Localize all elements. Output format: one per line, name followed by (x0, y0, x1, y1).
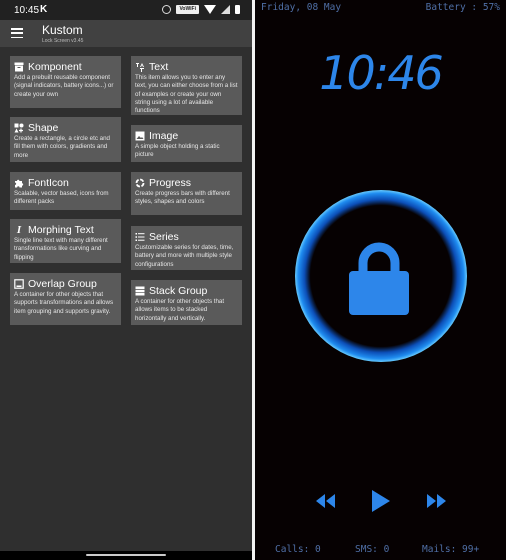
padlock-icon[interactable] (347, 241, 411, 317)
app-bar: Kustom Lock Screen v3.45 (0, 20, 252, 47)
tile-title: Overlap Group (28, 277, 97, 290)
battery-icon (235, 5, 240, 14)
status-icons: VoWiFi (162, 5, 240, 14)
wifi-icon (204, 5, 216, 14)
tile-title: Progress (149, 176, 192, 189)
mails-count: Mails: 99+ (422, 544, 480, 555)
tile-title: Morphing Text (28, 223, 94, 236)
tile-morphing-text[interactable]: I Morphing Text Single line text with ma… (10, 219, 121, 263)
sms-count: SMS: 0 (355, 544, 390, 555)
tile-progress[interactable]: Progress Create progress bars with diffe… (131, 172, 242, 215)
battery-text: Battery : 57% (425, 2, 500, 13)
tile-title: FontIcon (28, 176, 69, 189)
image-icon (135, 131, 145, 141)
tile-komponent[interactable]: Komponent Add a prebuilt reusable compon… (10, 56, 121, 108)
lock-screen-preview: Friday, 08 May Battery : 57% 10:46 Calls… (255, 0, 506, 560)
app-subtitle: Lock Screen v3.45 (42, 38, 84, 44)
tile-description: Add a prebuilt reusable component (signa… (14, 74, 114, 98)
clock: 10:46 (319, 46, 444, 100)
tile-description: Create progress bars with different styl… (135, 190, 230, 206)
tile-description: Single line text with many different tra… (14, 237, 108, 261)
media-controls (255, 488, 506, 516)
tile-description: Scalable, vector based, icons from diffe… (14, 190, 109, 206)
signal-icon (221, 5, 230, 14)
alarm-icon (162, 5, 172, 14)
notification-icon: K (40, 4, 48, 15)
stack-group-icon (135, 286, 145, 296)
text-format-icon (135, 62, 145, 72)
progress-ring-icon (135, 178, 145, 188)
tile-title: Komponent (28, 60, 82, 73)
fast-forward-icon[interactable] (427, 494, 447, 508)
tile-overlap-group[interactable]: Overlap Group A container for other obje… (10, 273, 121, 325)
tile-description: Customizable series for dates, time, bat… (135, 244, 234, 268)
tile-title: Text (149, 60, 169, 73)
tile-title: Stack Group (149, 284, 208, 297)
tile-title: Shape (28, 121, 59, 134)
status-bar: 10:45 K VoWiFi (0, 0, 252, 20)
tile-title: Series (149, 230, 179, 243)
italic-text-icon: I (16, 223, 22, 236)
navigation-bar (0, 551, 252, 560)
tile-description: This item allows you to enter any text, … (135, 74, 238, 115)
date-text: Friday, 08 May (261, 2, 342, 13)
list-icon (135, 232, 145, 242)
home-gesture-handle[interactable] (86, 554, 166, 556)
tile-description: A container for other objects that suppo… (14, 291, 114, 315)
tile-description: Create a rectangle, a circle etc and fil… (14, 135, 110, 159)
tile-text[interactable]: Text This item allows you to enter any t… (131, 56, 242, 115)
tile-description: A simple object holding a static picture (135, 143, 220, 159)
tile-stack-group[interactable]: Stack Group A container for other object… (131, 280, 242, 325)
play-icon[interactable] (372, 490, 390, 512)
tile-title: Image (149, 129, 179, 142)
tile-series[interactable]: Series Customizable series for dates, ti… (131, 226, 242, 270)
tile-description: A container for other objects that allow… (135, 298, 225, 322)
overlap-group-icon (14, 278, 24, 289)
puzzle-icon (14, 178, 24, 188)
kustom-editor-panel: 10:45 K VoWiFi Kustom Lock Screen v3.45 … (0, 0, 252, 560)
tile-image[interactable]: Image A simple object holding a static p… (131, 125, 242, 162)
volte-icon: VoWiFi (176, 5, 199, 14)
rewind-icon[interactable] (316, 494, 336, 508)
tile-fonticon[interactable]: FontIcon Scalable, vector based, icons f… (10, 172, 121, 210)
archive-box-icon (14, 62, 24, 72)
status-time: 10:45 (14, 5, 40, 16)
hamburger-icon[interactable] (11, 28, 23, 39)
calls-count: Calls: 0 (275, 544, 321, 555)
shapes-icon (14, 123, 24, 133)
tile-shape[interactable]: Shape Create a rectangle, a circle etc a… (10, 117, 121, 162)
app-title: Kustom (42, 23, 83, 37)
